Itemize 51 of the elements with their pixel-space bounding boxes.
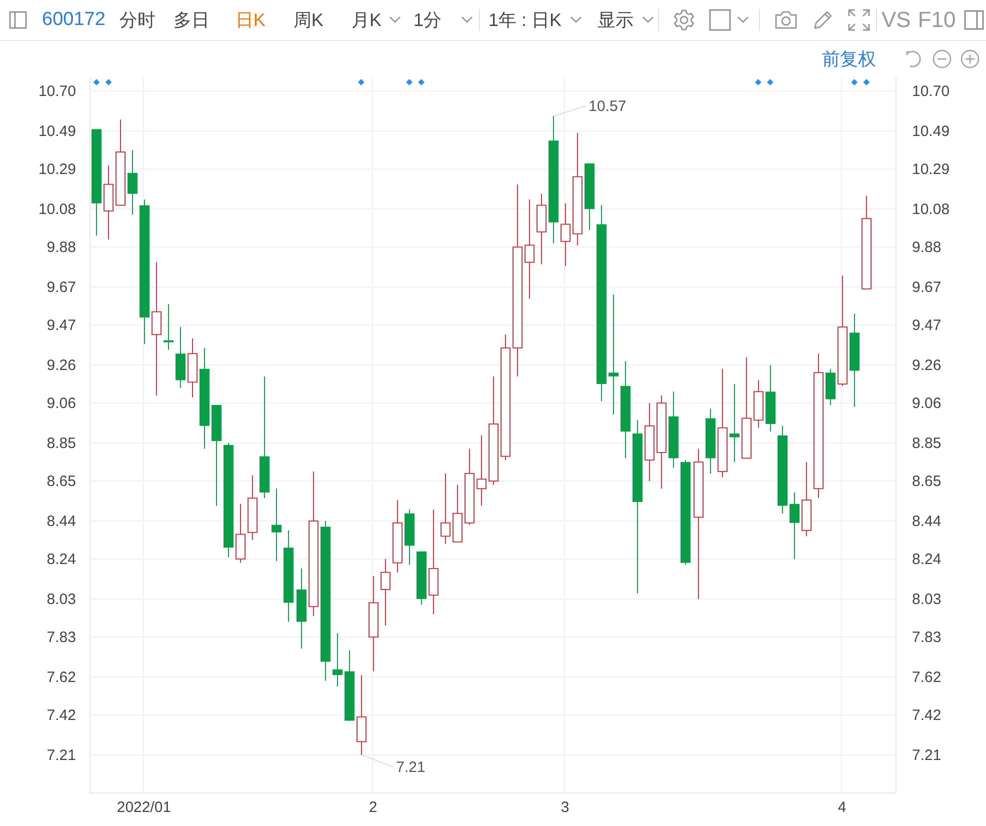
axis-label: 8.44 — [912, 513, 942, 530]
axis-label: 10.29 — [38, 161, 76, 178]
axis-label: 10.49 — [38, 123, 76, 140]
axis-label: 9.67 — [912, 279, 942, 296]
axis-label: 9.26 — [912, 357, 942, 374]
axis-label: 9.67 — [46, 279, 76, 296]
axis-label: 8.44 — [46, 513, 76, 530]
period-tab[interactable]: 1分 — [413, 8, 474, 32]
axis-label: 8.85 — [912, 435, 942, 452]
axis-label: 7.62 — [46, 668, 76, 686]
period-tab[interactable]: 周K — [293, 8, 324, 32]
display-dropdown[interactable]: 显示 — [598, 8, 654, 32]
axis-label: 7.42 — [912, 707, 942, 724]
axis-label: 8.85 — [46, 435, 76, 452]
axis-label: 8.65 — [46, 473, 76, 490]
axis-label: 8.24 — [912, 551, 942, 568]
axis-label: 2022/01 — [116, 799, 172, 816]
axis-label: 9.47 — [912, 317, 942, 334]
axis-label: 9.88 — [46, 239, 76, 256]
axis-label: 8.03 — [912, 590, 942, 608]
axis-label: 10.08 — [912, 201, 950, 218]
axis-label: 9.88 — [912, 239, 942, 256]
axis-label: 10.08 — [38, 201, 76, 218]
axis-label: 7.62 — [912, 668, 942, 686]
axis-label: 10.29 — [912, 161, 950, 178]
axis-label: 9.47 — [46, 317, 76, 334]
axis-label: 8.24 — [46, 551, 76, 568]
axis-label: 7.21 — [46, 746, 76, 764]
price-label: 10.57 — [588, 98, 626, 115]
axis-label: 3 — [560, 799, 570, 816]
axis-label: 9.06 — [912, 395, 942, 412]
axis-label: 7.42 — [46, 707, 76, 724]
axis-label: 9.26 — [46, 357, 76, 374]
stock-code[interactable]: 600172 — [42, 9, 106, 31]
axis-label: 4 — [838, 799, 846, 816]
price-label: 7.21 — [396, 758, 426, 776]
axis-label: 7.21 — [912, 746, 942, 764]
axis-label: 7.83 — [912, 629, 942, 646]
axis-label: 2 — [368, 799, 378, 816]
axis-label: 10.49 — [912, 123, 950, 140]
range-dropdown[interactable]: 1年 : 日K — [488, 8, 582, 32]
axis-label: 8.03 — [46, 590, 76, 608]
period-tab[interactable]: 分时 — [119, 8, 156, 32]
period-tab[interactable]: 多日 — [173, 8, 210, 32]
axis-label: 7.83 — [46, 629, 76, 646]
adjust-button[interactable]: 前复权 — [822, 47, 876, 71]
axis-label: 9.06 — [46, 395, 76, 412]
axis-label: 8.65 — [912, 473, 942, 490]
period-tab[interactable]: 月K — [351, 8, 402, 32]
axis-label: 10.70 — [912, 83, 950, 100]
axis-label: 10.70 — [38, 83, 76, 100]
